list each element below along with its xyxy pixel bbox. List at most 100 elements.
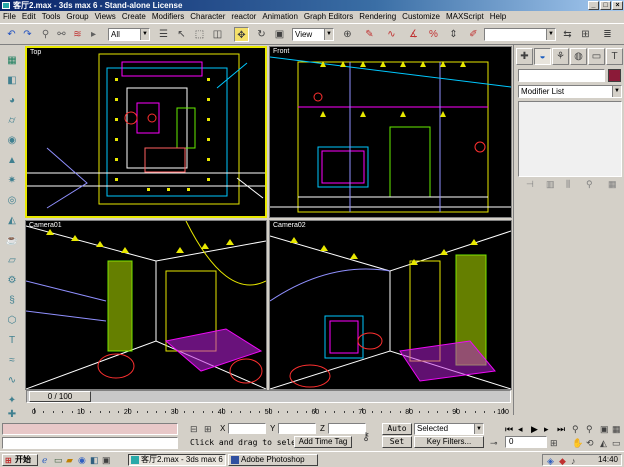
menu-animation[interactable]: Animation [259,11,301,23]
menu-help[interactable]: Help [487,11,509,23]
show-end-result-icon[interactable]: ▥ [546,179,555,190]
unlink-icon[interactable]: ⚯ [54,27,69,42]
box-icon[interactable]: ◧ [3,73,21,88]
viewport-camera01[interactable]: Camera01 [25,220,267,390]
window-crossing-icon[interactable]: ◫ [210,27,225,42]
redo-icon[interactable]: ↷ [20,27,35,42]
viewport-label-top[interactable]: Top [30,49,41,56]
display-tab-icon[interactable]: ▭ [588,48,605,65]
hierarchy-tab-icon[interactable]: ⚘ [552,48,569,65]
viewport-label-camera01[interactable]: Camera01 [29,222,62,229]
torus-icon[interactable]: ◉ [3,133,21,148]
select-manipulate-icon[interactable]: ✎ [362,27,377,42]
tab-panel-icon[interactable]: ▦ [3,53,21,68]
angle-snap-icon[interactable]: ∡ [406,27,421,42]
quicklaunch-tool-icon[interactable]: ▣ [102,455,111,465]
field-of-view-icon[interactable]: ◭ [600,438,607,448]
auto-key-button[interactable]: Auto Key [382,423,412,435]
zoom-extents-all-icon[interactable]: ▦ [612,424,621,434]
tray-volume-icon[interactable]: ♪ [571,456,576,466]
star-shape-icon[interactable]: ✦ [3,393,21,408]
object-name-field[interactable] [518,69,605,82]
menu-modifiers[interactable]: Modifiers [149,11,187,23]
hedra-icon[interactable]: ⬡ [3,313,21,328]
quicklaunch-media-icon[interactable]: ◉ [78,455,86,465]
key-mode-dropdown[interactable]: Selected ▼ [414,423,484,435]
time-slider[interactable]: 0 / 100 [26,390,511,403]
set-key-button[interactable]: Set Key [382,436,412,448]
viewport-label-front[interactable]: Front [273,48,289,55]
quicklaunch-app-icon[interactable]: ◧ [90,455,99,465]
spring-icon[interactable]: § [3,293,21,308]
make-unique-icon[interactable]: ⫼ [566,179,570,190]
lock-selection-icon[interactable]: ⊟ [190,424,198,434]
menu-character[interactable]: Character [187,11,228,23]
spinner-snap-icon[interactable]: ⇕ [446,27,461,42]
menu-group[interactable]: Group [63,11,91,23]
pyramid-icon[interactable]: ◭ [3,213,21,228]
menu-edit[interactable]: Edit [19,11,39,23]
zoom-extents-icon[interactable]: ▣ [600,424,609,434]
viewport-label-camera02[interactable]: Camera02 [273,222,306,229]
close-button[interactable]: × [612,1,623,10]
next-frame-icon[interactable]: ▸ [544,424,549,434]
undo-icon[interactable]: ↶ [4,27,19,42]
geosphere-icon[interactable]: ✷ [3,173,21,188]
task-photoshop[interactable]: Adobe Photoshop [228,454,318,466]
pivot-center-icon[interactable]: ⊕ [340,27,355,42]
tube-icon[interactable]: ◎ [3,193,21,208]
key-filters-button[interactable]: Key Filters... [414,436,484,448]
menu-tools[interactable]: Tools [39,11,64,23]
viewport-front[interactable]: Front [269,46,512,218]
remove-modifier-icon[interactable]: ⚲ [586,179,593,190]
app-icon[interactable] [2,2,10,9]
menu-maxscript[interactable]: MAXScript [443,11,487,23]
snap-toggle-icon[interactable]: ∿ [384,27,399,42]
rectangular-region-icon[interactable]: ⬚ [192,27,207,42]
utilities-tab-icon[interactable]: T [606,48,623,65]
zoom-icon[interactable]: ⚲ [572,424,579,434]
cylinder-icon[interactable]: ⌭ [3,113,21,128]
motion-tab-icon[interactable]: ◍ [570,48,587,65]
configure-modifier-sets-icon[interactable]: ▦ [608,179,617,190]
named-selection-dropdown[interactable]: ▼ [484,28,556,41]
absolute-mode-icon[interactable]: ⊞ [204,424,212,434]
gear-icon[interactable]: ⚙ [3,273,21,288]
sphere-icon[interactable]: ◕ [3,93,21,108]
quicklaunch-folder-icon[interactable]: ▰ [66,455,73,465]
menu-views[interactable]: Views [92,11,119,23]
arc-rotate-icon[interactable]: ⟲ [586,438,594,448]
previous-frame-icon[interactable]: ◂ [518,424,523,434]
select-and-rotate-icon[interactable]: ↻ [254,27,269,42]
viewport-top[interactable]: Top [25,46,267,218]
layer-manager-icon[interactable]: ≣ [600,27,615,42]
maximize-button[interactable]: □ [600,1,611,10]
menu-create[interactable]: Create [119,11,149,23]
minimize-button[interactable]: _ [588,1,599,10]
percent-snap-icon[interactable]: % [426,27,441,42]
y-coord-field[interactable] [278,423,316,434]
go-to-end-icon[interactable]: ⏭ [557,424,565,434]
go-to-start-icon[interactable]: ⏮ [505,424,513,434]
cone-icon[interactable]: ▲ [3,153,21,168]
plane-icon[interactable]: ▱ [3,253,21,268]
modifier-list-dropdown[interactable]: Modifier List ▼ [518,85,622,98]
x-coord-field[interactable] [228,423,266,434]
bind-space-warp-icon[interactable]: ≋ [70,27,85,42]
add-time-tag-button[interactable]: Add Time Tag [294,436,352,448]
z-coord-field[interactable] [328,423,366,434]
select-by-name-icon[interactable]: ☰ [156,27,171,42]
quicklaunch-desktop-icon[interactable]: ▭ [54,455,63,465]
task-3dsmax[interactable]: 客厅2.max - 3ds max 6 -... [128,454,226,466]
teapot-icon[interactable]: ☕ [3,233,21,248]
text-shape-icon[interactable]: T [3,333,21,348]
key-mode-toggle-icon[interactable]: ⊸ [490,438,498,448]
maxscript-listener-field[interactable] [2,423,178,435]
align-icon[interactable]: ⊞ [578,27,593,42]
select-link-icon[interactable]: ⚲ [38,27,53,42]
pin-stack-icon[interactable]: ⊣ [526,179,534,190]
tray-network-icon[interactable]: ◈ [547,456,554,466]
menu-graph-editors[interactable]: Graph Editors [301,11,356,23]
menu-rendering[interactable]: Rendering [356,11,399,23]
menu-customize[interactable]: Customize [399,11,443,23]
